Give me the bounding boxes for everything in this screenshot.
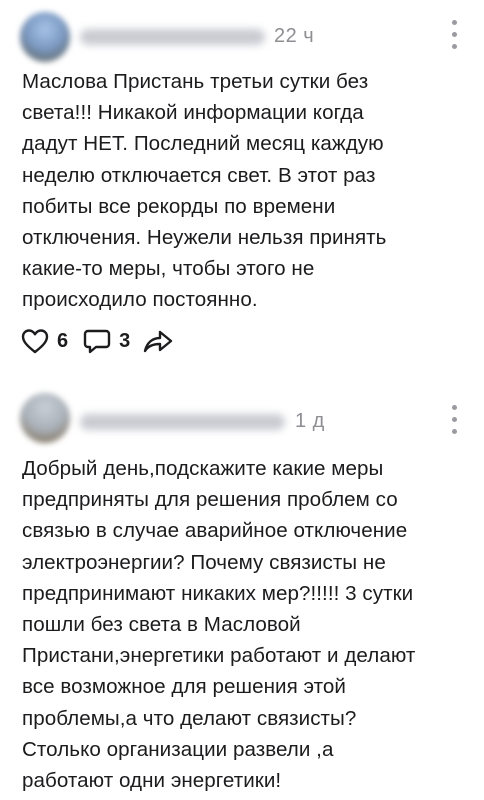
like-button[interactable]: 6 bbox=[20, 327, 68, 355]
avatar[interactable] bbox=[20, 393, 70, 443]
share-button[interactable] bbox=[142, 327, 174, 355]
reply-count: 3 bbox=[119, 329, 131, 352]
comment-text: Маслова Пристань третьи сутки без света!… bbox=[22, 70, 387, 312]
more-vertical-icon[interactable] bbox=[444, 405, 464, 435]
comment-text: Добрый день,подскажите какие меры предпр… bbox=[22, 457, 416, 793]
like-count: 6 bbox=[57, 329, 69, 352]
share-arrow-icon bbox=[144, 330, 173, 353]
comment-time: 22 ч bbox=[274, 25, 315, 47]
author-name-blurred[interactable] bbox=[80, 414, 285, 430]
author-name-blurred[interactable] bbox=[80, 29, 265, 45]
avatar[interactable] bbox=[20, 12, 70, 62]
comment-actions: 6 3 bbox=[20, 324, 174, 358]
comment-time: 1 д bbox=[295, 410, 325, 432]
heart-outline-icon bbox=[21, 329, 49, 354]
speech-bubble-icon bbox=[83, 329, 111, 354]
reply-button[interactable]: 3 bbox=[82, 327, 130, 355]
more-vertical-icon[interactable] bbox=[444, 20, 464, 50]
